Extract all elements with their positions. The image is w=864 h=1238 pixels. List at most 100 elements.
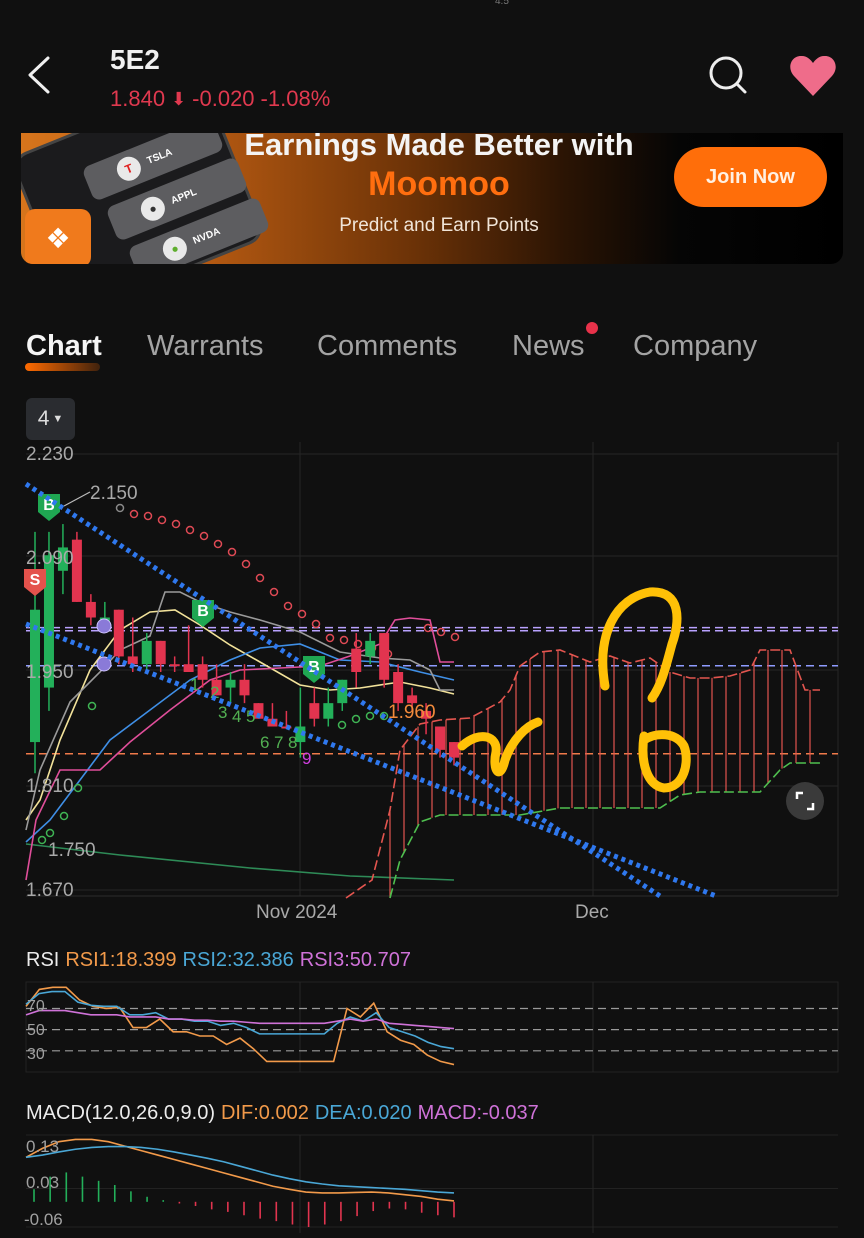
heart-icon (790, 55, 836, 96)
candle-body (169, 664, 180, 667)
indicator-dot (59, 811, 69, 821)
candle-body (225, 679, 236, 688)
search-button[interactable] (705, 52, 751, 98)
indicator-dot (365, 711, 375, 721)
candle-body (435, 726, 446, 750)
rsi-tick-label: 30 (27, 1046, 45, 1063)
cloud-upper-line (345, 649, 820, 899)
sequence-count-label: 8 (288, 733, 297, 752)
sar-dot (311, 619, 321, 629)
tab-company[interactable]: Company (633, 330, 757, 363)
fullscreen-button[interactable] (786, 782, 824, 820)
rsi-tick-label: 50 (27, 1022, 45, 1039)
candle-body (155, 640, 166, 665)
macd-line-dea (25, 1145, 455, 1194)
sar-dot (283, 601, 293, 611)
join-now-button[interactable]: Join Now (674, 147, 827, 207)
back-button[interactable] (22, 52, 62, 98)
rsi-title: RSI (26, 949, 60, 971)
sar-dot (185, 525, 195, 535)
price-change-percent: -1.08% (260, 86, 331, 111)
price-alert-bell-icon (96, 618, 112, 634)
sar-dot (255, 573, 265, 583)
y-tick-label: 1.750 (48, 840, 96, 861)
sar-dot (171, 519, 181, 529)
candle-body (351, 648, 362, 672)
period-value: 4 (37, 407, 50, 430)
sell-signal-badge: S (24, 569, 46, 596)
expand-icon (795, 791, 815, 811)
active-tab-indicator (25, 363, 100, 371)
search-icon (709, 56, 747, 94)
sequence-count-label: 5 (246, 707, 255, 726)
buy-signal-badge-letter: B (197, 603, 209, 620)
sell-signal-badge-letter: S (30, 572, 41, 589)
candle-body (127, 656, 138, 665)
high-price-label: 2.150 (90, 483, 138, 504)
macd-tick-label: -0.06 (24, 1210, 63, 1229)
candle-body (239, 679, 250, 696)
last-price: 1.840 (110, 86, 166, 111)
favorite-button[interactable] (788, 54, 838, 98)
candle-body (379, 633, 390, 680)
price-marker-label: 1.960 (388, 702, 436, 723)
tab-comments[interactable]: Comments (317, 330, 457, 363)
tab-warrants[interactable]: Warrants (147, 330, 264, 363)
tab-news[interactable]: News (512, 330, 585, 363)
tab-chart[interactable]: Chart (26, 330, 102, 363)
sar-dot (199, 531, 209, 541)
indicator-dot (337, 720, 347, 730)
candle-body (85, 601, 96, 618)
banner-card-ticker: NVDA (191, 225, 222, 247)
chevron-left-icon (28, 56, 50, 94)
sar-dot (115, 503, 125, 513)
sar-dot (213, 539, 223, 549)
tesla-logo-icon: T (113, 153, 145, 185)
sar-dot (339, 635, 349, 645)
candle-body (393, 672, 404, 704)
banner-brand: Moomoo (368, 165, 510, 203)
macd-chart[interactable] (0, 1133, 864, 1238)
candle-body (141, 640, 152, 665)
nvidia-logo-icon: ● (159, 233, 191, 264)
sar-dot (227, 547, 237, 557)
rsi3-legend: RSI3:50.707 (299, 949, 411, 971)
dif-legend: DIF:0.002 (220, 1102, 309, 1124)
rsi-tick-label: 70 (27, 998, 45, 1015)
high-label-leader (63, 491, 91, 507)
period-selector[interactable]: 4 ▼ (26, 398, 75, 440)
moomoo-app-icon: ❖ (25, 209, 91, 264)
stock-header: 5E2 1.840 ⬇ -0.020 -1.08% (0, 0, 864, 130)
caret-down-icon: ▼ (52, 413, 64, 425)
sequence-count-label: 4 (232, 707, 241, 726)
indicator-dot (87, 701, 97, 711)
macd-value-legend: MACD:-0.037 (417, 1102, 539, 1124)
price-chart[interactable]: SBBB1 23 4 56 7 89 (0, 440, 864, 940)
rsi-line-rsi2 (25, 990, 455, 1050)
y-tick-label: 2.090 (26, 548, 74, 569)
rsi-chart[interactable] (0, 980, 864, 1075)
sequence-count-label: 7 (274, 733, 283, 752)
sequence-count-label: 9 (302, 749, 311, 768)
rsi-legend: RSI RSI1:18.399 RSI2:32.386 RSI3:50.707 (26, 949, 411, 972)
sar-dot (325, 633, 335, 643)
y-tick-label: 2.230 (26, 444, 74, 465)
sar-dot (143, 511, 153, 521)
candle-body (183, 664, 194, 672)
sequence-count-label: 3 (218, 703, 227, 722)
dea-legend: DEA:0.020 (314, 1102, 412, 1124)
section-tabs: Chart Warrants Comments News Company (0, 322, 864, 380)
user-question-mark-dot-drawing (638, 730, 691, 793)
promo-banner[interactable]: T TSLA ● APPL ● NVDA ❖ Earnings Made Bet… (21, 133, 843, 264)
sequence-count-label: 6 (260, 733, 269, 752)
sar-dot (269, 587, 279, 597)
x-tick-label: Nov 2024 (256, 902, 338, 923)
banner-card-ticker: APPL (169, 186, 199, 207)
rsi2-legend: RSI2:32.386 (182, 949, 294, 971)
indicator-dot (45, 828, 55, 838)
banner-subtitle: Predict and Earn Points (339, 215, 539, 236)
candle-body (309, 703, 320, 719)
y-tick-label: 1.950 (26, 662, 74, 683)
macd-tick-label: 0.03 (26, 1173, 60, 1192)
banner-card-ticker: TSLA (145, 146, 174, 167)
